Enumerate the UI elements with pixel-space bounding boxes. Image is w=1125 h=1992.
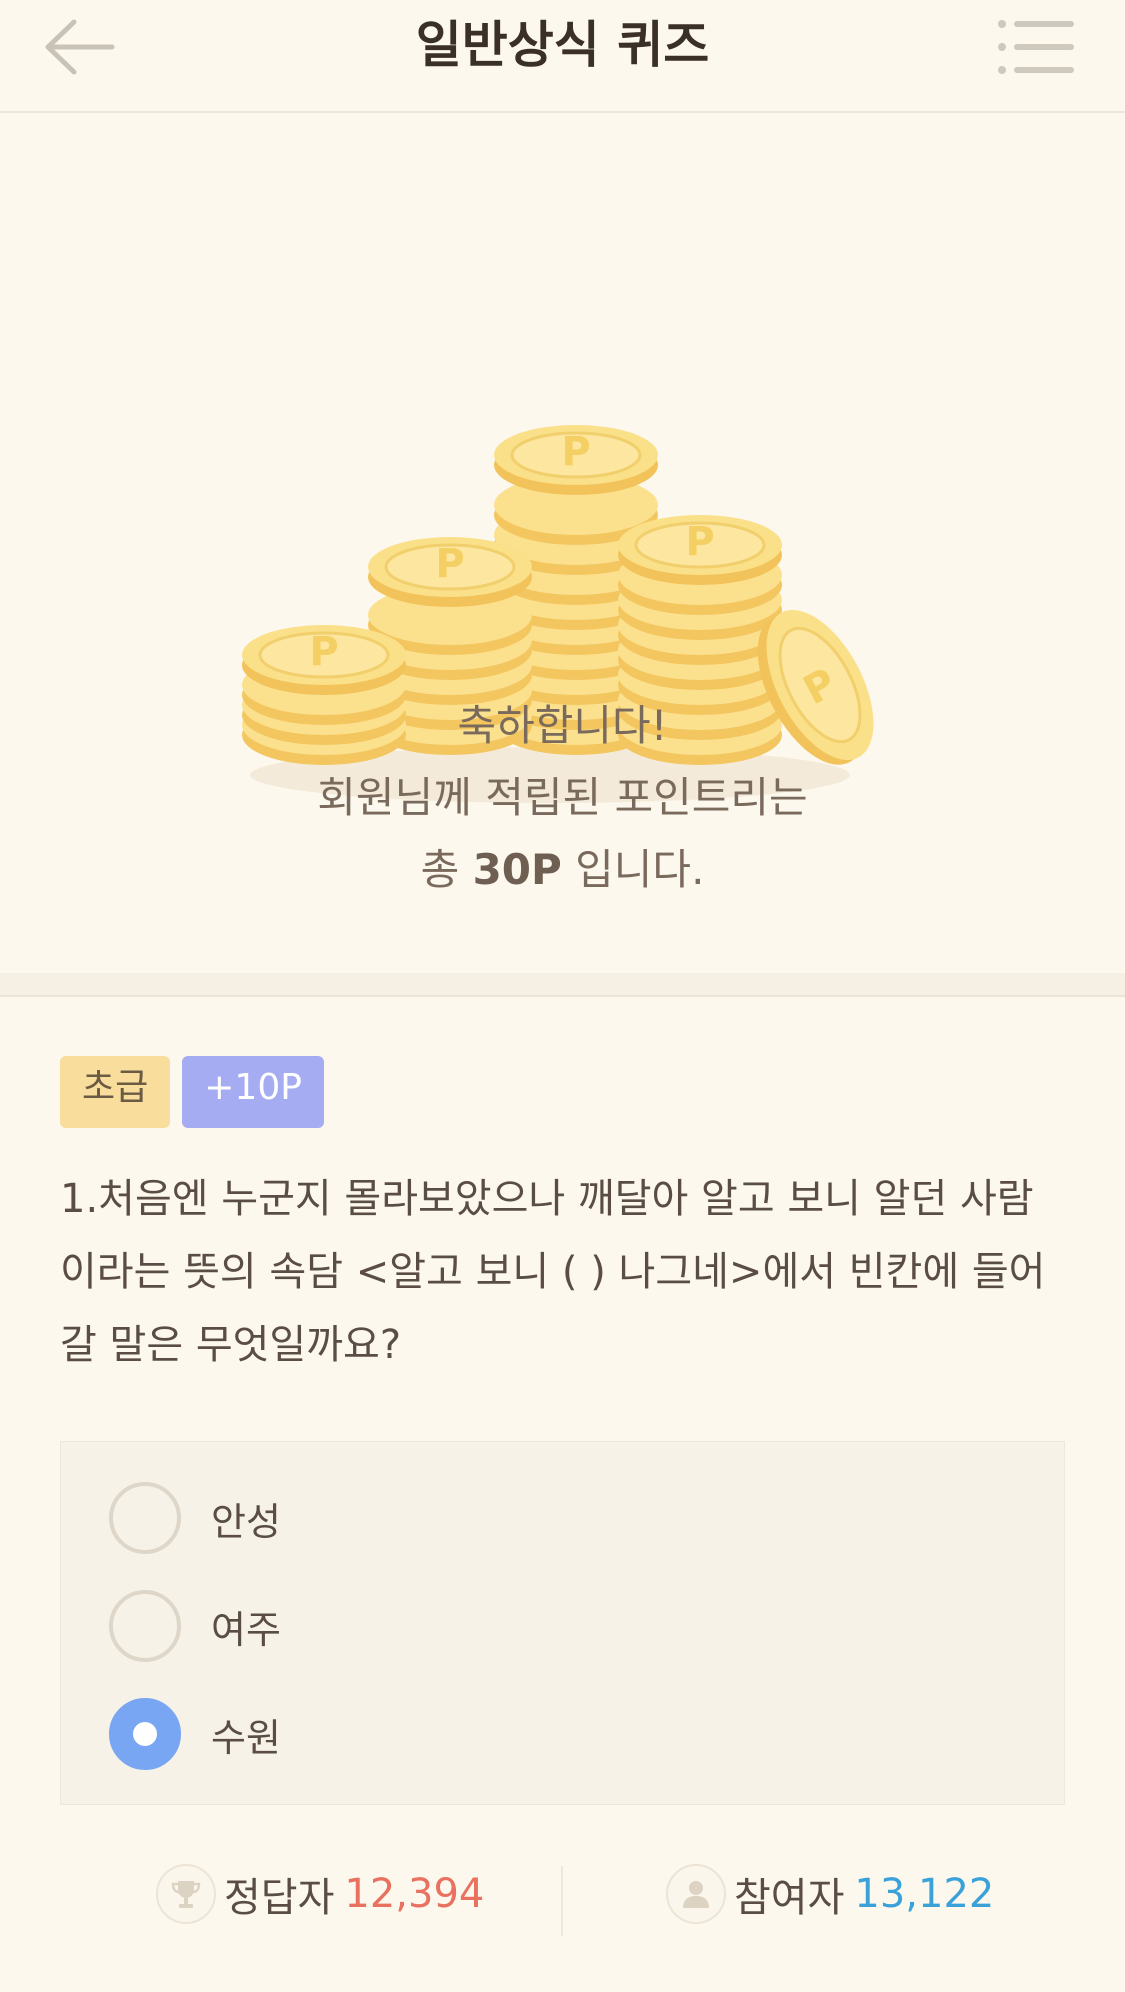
option-label: 안성 <box>211 1499 281 1544</box>
person-icon <box>666 1864 726 1924</box>
correct-label: 정답자 <box>224 1875 335 1921</box>
stats-divider <box>561 1866 563 1936</box>
points-badge: +10P <box>182 1056 324 1128</box>
svg-text:P: P <box>435 541 464 587</box>
list-menu-icon <box>998 20 1074 74</box>
option-label: 수원 <box>211 1715 281 1760</box>
quiz-badges: 초급 +10P <box>60 1056 324 1128</box>
question-text: 1.처음엔 누군지 몰라보았으나 깨달아 알고 보니 알던 사람이라는 뜻의 속… <box>60 1176 1046 1368</box>
option-2[interactable]: 여주 <box>109 1590 281 1662</box>
congrats-line-2: 회원님께 적립된 포인트리는 <box>317 773 808 822</box>
menu-button[interactable] <box>996 14 1080 80</box>
participant-count: 참여자 13,122 <box>666 1864 994 1924</box>
option-3[interactable]: 수원 <box>109 1698 281 1770</box>
participants-value: 13,122 <box>854 1871 995 1917</box>
level-badge: 초급 <box>60 1056 171 1128</box>
result-section: P P P P P 축하합니다! 회원님께 적립된 포인트리는 총 30P 입니… <box>0 115 1125 973</box>
trophy-icon <box>156 1864 216 1924</box>
earned-points: 30P <box>472 845 562 894</box>
answer-options: 안성 여주 수원 <box>60 1441 1065 1805</box>
radio-button-selected[interactable] <box>109 1698 181 1770</box>
correct-count: 정답자 12,394 <box>156 1864 484 1924</box>
svg-text:P: P <box>685 519 714 565</box>
congrats-line-3: 총 30P 입니다. <box>0 834 1125 906</box>
congrats-message: 축하합니다! 회원님께 적립된 포인트리는 총 30P 입니다. <box>0 690 1125 906</box>
option-1[interactable]: 안성 <box>109 1482 281 1554</box>
radio-button[interactable] <box>109 1590 181 1662</box>
correct-value: 12,394 <box>344 1871 485 1917</box>
total-prefix: 총 <box>420 845 473 894</box>
page-title: 일반상식 퀴즈 <box>415 16 710 74</box>
svg-text:P: P <box>309 629 338 675</box>
svg-text:P: P <box>561 429 590 475</box>
app-header: 일반상식 퀴즈 <box>0 0 1125 113</box>
quiz-stats: 정답자 12,394 참여자 13,122 <box>0 1840 1125 1940</box>
section-divider <box>0 973 1125 997</box>
participants-label: 참여자 <box>734 1875 845 1921</box>
total-suffix: 입니다. <box>561 845 705 894</box>
radio-button[interactable] <box>109 1482 181 1554</box>
congrats-line-1: 축하합니다! <box>457 701 668 750</box>
option-label: 여주 <box>211 1607 281 1652</box>
